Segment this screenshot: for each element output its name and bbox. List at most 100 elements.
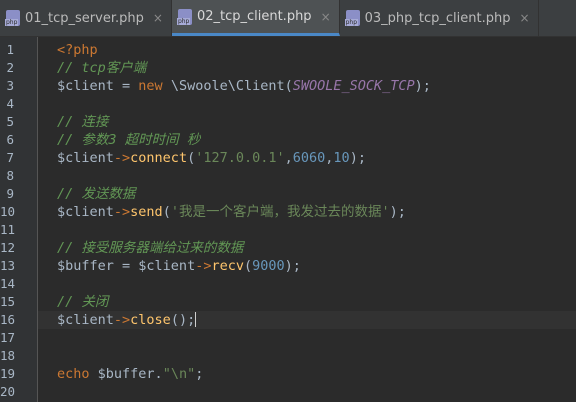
text-caret [195,312,197,327]
line-number: 16 [0,312,16,327]
code-token: // 发送数据 [57,186,136,202]
line-number: 3 [6,78,14,93]
code-line[interactable] [38,329,576,347]
code-line[interactable]: echo $buffer."\n"; [38,365,576,383]
tab-label: 03_php_tcp_client.php [364,10,511,26]
code-line[interactable]: $client = new \Swoole\Client(SWOOLE_SOCK… [38,77,576,95]
code-text: echo $buffer."\n"; [57,365,203,383]
code-token: SWOOLE_SOCK_TCP [292,78,415,94]
code-line[interactable] [38,383,576,401]
line-number: 8 [6,168,14,183]
line-number: 19 [0,366,16,381]
code-text: // 接受服务器端给过来的数据 [57,239,243,257]
code-text: // 连接 [57,113,108,131]
editor-tab-bar: 01_tcp_server.php × 02_tcp_client.php × … [0,0,576,37]
code-text: // 关闭 [57,293,108,311]
code-token: \Swoole\Client [170,78,285,94]
tab-label: 01_tcp_server.php [25,10,144,26]
code-token: 6060 [292,150,326,166]
code-text: $client = new \Swoole\Client(SWOOLE_SOCK… [57,77,431,95]
code-text: $client->connect('127.0.0.1',6060,10); [57,149,366,167]
close-icon[interactable]: × [153,11,163,25]
code-editor[interactable]: <?php// tcp客户端 $client = new \Swoole\Clie… [38,37,576,402]
code-token: $client [57,204,114,220]
code-token: $client [57,150,114,166]
code-text: // tcp客户端 [57,59,146,77]
code-token: -> [113,312,131,328]
code-line[interactable]: // 关闭 [38,293,576,311]
code-line[interactable]: $buffer = $client->recv(9000); [38,257,576,275]
code-line[interactable]: // 接受服务器端给过来的数据 [38,239,576,257]
code-token: $buffer [57,258,114,274]
code-token: close [130,312,171,328]
line-number: 9 [6,186,14,201]
code-token: -> [113,150,131,166]
code-token: ; [195,366,204,382]
close-icon[interactable]: × [321,10,331,24]
code-line[interactable] [38,275,576,293]
code-token: send [130,204,163,220]
code-line[interactable] [38,167,576,185]
code-line[interactable] [38,347,576,365]
code-token: ( [162,204,171,220]
line-number: 12 [0,240,16,255]
code-token: <?php [57,42,98,58]
code-token: $buffer [97,366,155,382]
code-token: recv [211,258,244,274]
tab-03-php-tcp-client[interactable]: 03_php_tcp_client.php × [340,0,539,36]
tab-label: 02_tcp_client.php [196,9,312,24]
code-token: -> [195,258,212,274]
line-number: 10 [0,204,16,219]
code-line[interactable]: $client->close(); [38,311,576,329]
code-token: ); [349,150,366,166]
code-token: echo [57,366,98,382]
code-token: // 关闭 [57,294,109,310]
tab-02-tcp-client[interactable]: 02_tcp_client.php × [171,0,340,36]
line-number: 13 [0,258,16,273]
code-token: "\n" [162,366,196,382]
line-number: 11 [0,222,16,237]
code-token: new [138,78,171,94]
code-text: $buffer = $client->recv(9000); [57,257,301,275]
code-text: <?php [57,41,98,59]
line-number: 6 [6,132,14,147]
code-line[interactable]: $client->connect('127.0.0.1',6060,10); [38,149,576,167]
code-line[interactable]: $client->send('我是一个客户端，我发过去的数据'); [38,203,576,221]
line-number: 15 [0,294,16,309]
code-line[interactable] [38,221,576,239]
code-token: (); [170,312,196,328]
code-line[interactable]: // tcp客户端 [38,59,576,77]
code-token: = [113,258,139,274]
code-token: ( [243,258,253,274]
code-line[interactable]: // 发送数据 [38,185,576,203]
code-token: // 连接 [57,114,109,130]
code-token: $client [57,312,114,328]
code-token: . [154,366,163,382]
code-text: $client->send('我是一个客户端，我发过去的数据'); [57,203,406,221]
php-file-icon [176,8,192,25]
code-token: '我是一个客户端，我发过去的数据' [170,204,390,220]
close-icon[interactable]: × [520,11,530,25]
code-token: connect [130,150,188,166]
code-text: $client->close(); [57,311,197,329]
code-text: // 发送数据 [57,185,135,203]
line-number: 1 [6,42,14,57]
code-token: // tcp客户端 [57,60,147,76]
line-number: 17 [0,330,16,345]
code-line[interactable]: <?php [38,41,576,59]
php-file-icon [5,10,20,26]
code-token: ( [187,150,196,166]
line-number: 4 [6,96,14,111]
line-number: 5 [6,114,14,129]
line-number: 7 [6,150,14,165]
code-token: , [284,150,293,166]
tab-01-tcp-server[interactable]: 01_tcp_server.php × [0,0,172,36]
code-line[interactable] [38,95,576,113]
code-line[interactable]: // 连接 [38,113,576,131]
code-line[interactable]: // 参数3 超时时间 秒 [38,131,576,149]
code-token: 10 [333,150,350,166]
code-token: ); [389,204,406,220]
code-token: // 参数3 超时时间 秒 [57,132,201,148]
code-token: ); [284,258,301,274]
code-token: -> [113,204,131,220]
